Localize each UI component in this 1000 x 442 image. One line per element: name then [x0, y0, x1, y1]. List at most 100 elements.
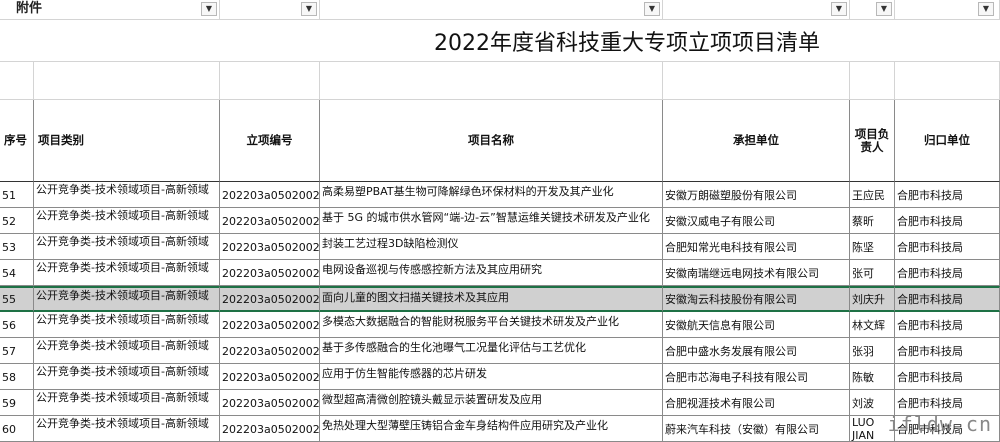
cell-name[interactable]: 封装工艺过程3D缺陷检测仪: [320, 234, 663, 260]
filter-cell-d[interactable]: ▼: [320, 0, 663, 20]
cell-name[interactable]: 基于多传感融合的生化池曝气工况量化评估与工艺优化: [320, 338, 663, 364]
table-row[interactable]: 55 公开竞争类-技术领域项目-高新领域 202203a05020024 面向儿童的图…: [0, 286, 1000, 312]
cell-dept[interactable]: 合肥市科技局: [895, 338, 1000, 364]
cell-category[interactable]: 公开竞争类-技术领域项目-高新领域: [34, 260, 220, 286]
cell-dept[interactable]: 合肥市科技局: [895, 286, 1000, 312]
cell-name[interactable]: 微型超高清微创腔镜头戴显示装置研发及应用: [320, 390, 663, 416]
cell-seq[interactable]: 58: [0, 364, 34, 390]
cell-seq[interactable]: 57: [0, 338, 34, 364]
cell-seq[interactable]: 59: [0, 390, 34, 416]
cell-name[interactable]: 基于 5G 的城市供水管网“端-边-云”智慧运维关键技术研发及产业化: [320, 208, 663, 234]
cell[interactable]: [34, 62, 220, 100]
cell[interactable]: [663, 62, 850, 100]
cell-category[interactable]: 公开竞争类-技术领域项目-高新领域: [34, 208, 220, 234]
cell-unit[interactable]: 安徽南瑞继远电网技术有限公司: [663, 260, 850, 286]
table-row[interactable]: 53 公开竞争类-技术领域项目-高新领域 202203a05020022 封装工艺过程…: [0, 234, 1000, 260]
filter-dropdown-icon[interactable]: ▼: [978, 2, 994, 16]
cell[interactable]: [895, 62, 1000, 100]
cell-leader[interactable]: 蔡昕: [850, 208, 895, 234]
cell-category[interactable]: 公开竞争类-技术领域项目-高新领域: [34, 312, 220, 338]
table-row[interactable]: 54 公开竞争类-技术领域项目-高新领域 202203a05020023 电网设备巡视…: [0, 260, 1000, 286]
cell-name[interactable]: 面向儿童的图文扫描关键技术及其应用: [320, 286, 663, 312]
cell-category[interactable]: 公开竞争类-技术领域项目-高新领域: [34, 182, 220, 208]
cell-dept[interactable]: 合肥市科技局: [895, 312, 1000, 338]
cell-code[interactable]: 202203a05020022: [220, 234, 320, 260]
filter-cell-a[interactable]: 附件 ▼: [0, 0, 220, 20]
table-row[interactable]: 58 公开竞争类-技术领域项目-高新领域 202203a05020027 应用于仿生智…: [0, 364, 1000, 390]
cell-code[interactable]: 202203a05020029: [220, 416, 320, 442]
cell-seq[interactable]: 51: [0, 182, 34, 208]
cell-code[interactable]: 202203a05020027: [220, 364, 320, 390]
table-row[interactable]: 51 公开竞争类-技术领域项目-高新领域 202203a05020020 高柔易塑PB…: [0, 182, 1000, 208]
cell-dept[interactable]: 合肥市科技局: [895, 182, 1000, 208]
cell-unit[interactable]: 合肥知常光电科技有限公司: [663, 234, 850, 260]
table-row[interactable]: 52 公开竞争类-技术领域项目-高新领域 202203a05020021 基于 5G …: [0, 208, 1000, 234]
cell[interactable]: [320, 62, 663, 100]
header-category[interactable]: 项目类别: [34, 100, 220, 182]
filter-dropdown-icon[interactable]: ▼: [831, 2, 847, 16]
cell-dept[interactable]: 合肥市科技局: [895, 260, 1000, 286]
filter-dropdown-icon[interactable]: ▼: [876, 2, 892, 16]
cell-leader[interactable]: 刘庆升: [850, 286, 895, 312]
filter-cell-g[interactable]: ▼: [895, 0, 1000, 20]
cell-code[interactable]: 202203a05020020: [220, 182, 320, 208]
filter-dropdown-icon[interactable]: ▼: [201, 2, 217, 16]
header-seq[interactable]: 序号: [0, 100, 34, 182]
cell-name[interactable]: 多模态大数据融合的智能财税服务平台关键技术研发及产业化: [320, 312, 663, 338]
header-code[interactable]: 立项编号: [220, 100, 320, 182]
filter-cell-f[interactable]: ▼: [850, 0, 895, 20]
cell-seq[interactable]: 56: [0, 312, 34, 338]
cell-dept[interactable]: 合肥市科技局: [895, 364, 1000, 390]
cell-unit[interactable]: 安徽淘云科技股份有限公司: [663, 286, 850, 312]
filter-dropdown-icon[interactable]: ▼: [644, 2, 660, 16]
cell-code[interactable]: 202203a05020025: [220, 312, 320, 338]
filter-cell-c[interactable]: ▼: [220, 0, 320, 20]
cell-dept[interactable]: 合肥市科技局: [895, 208, 1000, 234]
cell-leader[interactable]: 陈坚: [850, 234, 895, 260]
cell-code[interactable]: 202203a05020026: [220, 338, 320, 364]
cell-category[interactable]: 公开竞争类-技术领域项目-高新领域: [34, 416, 220, 442]
filter-dropdown-icon[interactable]: ▼: [301, 2, 317, 16]
cell-category[interactable]: 公开竞争类-技术领域项目-高新领域: [34, 338, 220, 364]
cell-seq[interactable]: 52: [0, 208, 34, 234]
cell-leader[interactable]: 陈敏: [850, 364, 895, 390]
table-row[interactable]: 59 公开竞争类-技术领域项目-高新领域 202203a05020028 微型超高清微…: [0, 390, 1000, 416]
cell-seq[interactable]: 54: [0, 260, 34, 286]
cell[interactable]: [850, 62, 895, 100]
cell-category[interactable]: 公开竞争类-技术领域项目-高新领域: [34, 234, 220, 260]
cell-name[interactable]: 高柔易塑PBAT基生物可降解绿色环保材料的开发及其产业化: [320, 182, 663, 208]
table-row[interactable]: 60 公开竞争类-技术领域项目-高新领域 202203a05020029 免热处理大型…: [0, 416, 1000, 442]
filter-cell-e[interactable]: ▼: [663, 0, 850, 20]
cell-code[interactable]: 202203a05020021: [220, 208, 320, 234]
cell-seq[interactable]: 55: [0, 286, 34, 312]
cell-code[interactable]: 202203a05020028: [220, 390, 320, 416]
cell-name[interactable]: 免热处理大型薄壁压铸铝合金车身结构件应用研究及产业化: [320, 416, 663, 442]
cell-category[interactable]: 公开竞争类-技术领域项目-高新领域: [34, 286, 220, 312]
cell-unit[interactable]: 安徽航天信息有限公司: [663, 312, 850, 338]
cell-code[interactable]: 202203a05020024: [220, 286, 320, 312]
cell-seq[interactable]: 60: [0, 416, 34, 442]
header-dept[interactable]: 归口单位: [895, 100, 1000, 182]
cell-category[interactable]: 公开竞争类-技术领域项目-高新领域: [34, 364, 220, 390]
cell[interactable]: [0, 62, 34, 100]
table-row[interactable]: 57 公开竞争类-技术领域项目-高新领域 202203a05020026 基于多传感融…: [0, 338, 1000, 364]
cell-seq[interactable]: 53: [0, 234, 34, 260]
cell-unit[interactable]: 合肥视涯技术有限公司: [663, 390, 850, 416]
cell-dept[interactable]: 合肥市科技局: [895, 234, 1000, 260]
cell-unit[interactable]: 合肥市芯海电子科技有限公司: [663, 364, 850, 390]
cell-leader[interactable]: 张羽: [850, 338, 895, 364]
cell-leader[interactable]: 王应民: [850, 182, 895, 208]
header-unit[interactable]: 承担单位: [663, 100, 850, 182]
cell-category[interactable]: 公开竞争类-技术领域项目-高新领域: [34, 390, 220, 416]
cell-code[interactable]: 202203a05020023: [220, 260, 320, 286]
table-row[interactable]: 56 公开竞争类-技术领域项目-高新领域 202203a05020025 多模态大数据…: [0, 312, 1000, 338]
cell-name[interactable]: 应用于仿生智能传感器的芯片研发: [320, 364, 663, 390]
cell[interactable]: [220, 62, 320, 100]
cell-leader[interactable]: 林文辉: [850, 312, 895, 338]
cell-unit[interactable]: 蔚来汽车科技（安徽）有限公司: [663, 416, 850, 442]
cell-unit[interactable]: 合肥中盛水务发展有限公司: [663, 338, 850, 364]
header-name[interactable]: 项目名称: [320, 100, 663, 182]
header-leader[interactable]: 项目负责人: [850, 100, 895, 182]
cell-name[interactable]: 电网设备巡视与传感感控新方法及其应用研究: [320, 260, 663, 286]
cell-leader[interactable]: 张可: [850, 260, 895, 286]
